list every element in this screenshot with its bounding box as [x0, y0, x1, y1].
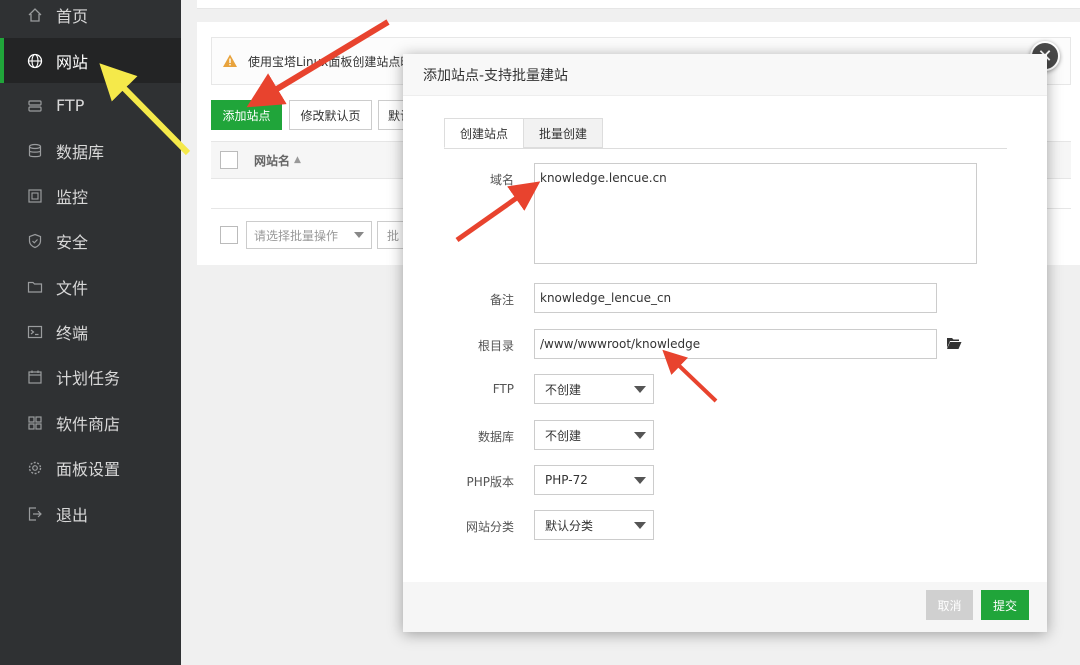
add-site-dialog: 添加站点-支持批量建站 创建站点 批量创建 域名 knowledge.lencu… — [403, 54, 1047, 632]
home-icon — [26, 6, 44, 24]
select-all-checkbox[interactable] — [220, 151, 238, 169]
monitor-icon — [26, 187, 44, 205]
warning-icon — [223, 54, 237, 67]
sidebar-item-ftp[interactable]: FTP — [0, 83, 181, 128]
gear-icon — [26, 459, 44, 477]
dialog-title: 添加站点-支持批量建站 — [403, 54, 1047, 96]
sidebar-item-website[interactable]: 网站 — [0, 38, 181, 83]
column-site-name[interactable]: 网站名 — [254, 152, 290, 169]
sidebar-item-label: 文件 — [56, 278, 89, 298]
remark-input[interactable]: knowledge_lencue_cn — [534, 283, 937, 313]
database-label: 数据库 — [477, 430, 514, 444]
site-category-select[interactable]: 默认分类 — [534, 510, 654, 540]
folder-icon — [26, 278, 44, 296]
root-dir-label: 根目录 — [477, 339, 514, 353]
sidebar-item-label: 退出 — [56, 505, 89, 525]
sidebar-item-label: FTP — [56, 96, 85, 115]
ftp-select-value: 不创建 — [545, 382, 582, 397]
bulk-action-select[interactable]: 请选择批量操作 — [246, 221, 372, 249]
sidebar: 首页 网站 FTP 数据库 监控 安全 文件 终端 计划任务 软件商店 面板设置… — [0, 0, 181, 665]
sidebar-item-settings[interactable]: 面板设置 — [0, 445, 181, 490]
cancel-button[interactable]: 取消 — [926, 590, 973, 620]
php-version-select-value: PHP-72 — [545, 473, 588, 487]
sidebar-item-label: 计划任务 — [56, 368, 121, 388]
sidebar-item-label: 首页 — [56, 6, 89, 26]
ftp-label: FTP — [492, 382, 514, 396]
globe-icon — [26, 52, 44, 70]
folder-open-icon[interactable] — [946, 336, 962, 350]
chevron-down-icon — [634, 522, 646, 529]
sidebar-item-cron[interactable]: 计划任务 — [0, 354, 181, 399]
notice-text: 使用宝塔Linux面板创建站点时 — [248, 54, 413, 69]
chevron-down-icon — [634, 477, 646, 484]
logout-icon — [26, 505, 44, 523]
sort-up-icon[interactable]: ▲ — [294, 155, 301, 165]
remark-label: 备注 — [489, 293, 514, 307]
row-select-checkbox[interactable] — [220, 226, 238, 244]
database-select[interactable]: 不创建 — [534, 420, 654, 450]
top-panel — [197, 0, 1080, 9]
ftp-select[interactable]: 不创建 — [534, 374, 654, 404]
grid-icon — [26, 414, 44, 432]
sidebar-item-terminal[interactable]: 终端 — [0, 309, 181, 354]
calendar-icon — [26, 368, 44, 386]
ftp-icon — [26, 97, 44, 115]
sidebar-item-label: 监控 — [56, 187, 89, 207]
modify-default-page-button[interactable]: 修改默认页 — [289, 100, 372, 130]
database-icon — [26, 142, 44, 160]
terminal-icon — [26, 323, 44, 341]
sidebar-item-security[interactable]: 安全 — [0, 218, 181, 263]
chevron-down-icon — [634, 386, 646, 393]
chevron-down-icon — [354, 232, 364, 238]
sidebar-item-store[interactable]: 软件商店 — [0, 400, 181, 445]
tab-batch-create[interactable]: 批量创建 — [523, 118, 603, 148]
sidebar-item-label: 数据库 — [56, 142, 105, 162]
sidebar-item-home[interactable]: 首页 — [0, 0, 181, 37]
php-version-select[interactable]: PHP-72 — [534, 465, 654, 495]
site-category-select-value: 默认分类 — [545, 518, 594, 533]
sidebar-item-database[interactable]: 数据库 — [0, 128, 181, 173]
root-dir-input[interactable]: /www/wwwroot/knowledge — [534, 329, 937, 359]
sidebar-item-label: 安全 — [56, 232, 89, 252]
dialog-tabs: 创建站点 批量创建 — [444, 118, 1007, 149]
tab-create-site[interactable]: 创建站点 — [444, 118, 524, 148]
sidebar-item-monitor[interactable]: 监控 — [0, 173, 181, 218]
sidebar-item-label: 软件商店 — [56, 414, 121, 434]
chevron-down-icon — [634, 432, 646, 439]
site-category-label: 网站分类 — [465, 520, 514, 534]
database-select-value: 不创建 — [545, 428, 582, 443]
sidebar-item-label: 网站 — [56, 52, 89, 72]
add-site-button[interactable]: 添加站点 — [211, 100, 282, 130]
submit-button[interactable]: 提交 — [981, 590, 1029, 620]
sidebar-item-label: 面板设置 — [56, 459, 121, 479]
sidebar-item-label: 终端 — [56, 323, 89, 343]
domain-textarea[interactable]: knowledge.lencue.cn — [534, 163, 977, 264]
domain-label: 域名 — [489, 173, 514, 187]
bulk-action-placeholder: 请选择批量操作 — [254, 228, 339, 243]
php-version-label: PHP版本 — [466, 475, 515, 489]
sidebar-item-files[interactable]: 文件 — [0, 264, 181, 309]
shield-icon — [26, 232, 44, 250]
dialog-footer: 取消 提交 — [403, 582, 1047, 632]
sidebar-item-logout[interactable]: 退出 — [0, 491, 181, 536]
